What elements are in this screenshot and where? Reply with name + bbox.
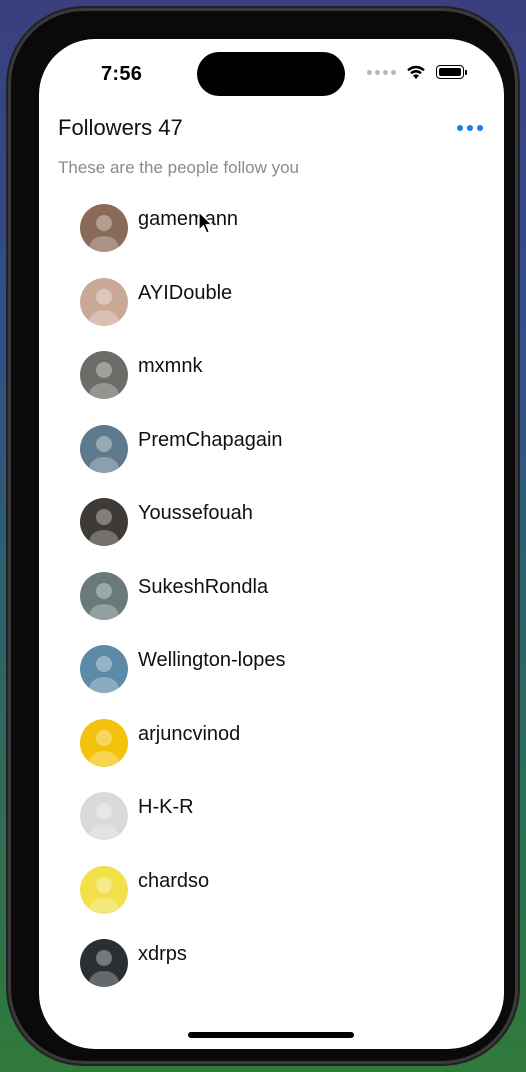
avatar — [80, 498, 128, 546]
followers-list: gamemann AYIDouble mxmnk PremChapagain Youss… — [80, 204, 480, 1013]
cellular-signal-icon — [367, 69, 396, 75]
follower-row[interactable]: Youssefouah — [80, 498, 480, 572]
follower-username: chardso — [138, 869, 210, 892]
follower-username: Youssefouah — [138, 502, 253, 524]
follower-username: H-K-R — [138, 796, 194, 818]
follower-row[interactable]: arjuncvinod — [80, 718, 480, 793]
more-options-button[interactable] — [457, 117, 483, 139]
home-indicator[interactable] — [188, 1032, 354, 1038]
follower-row[interactable]: mxmnk — [80, 351, 480, 425]
page-title: Followers 47 — [58, 115, 183, 140]
follower-row[interactable]: H-K-R — [80, 792, 480, 866]
avatar — [80, 645, 128, 693]
wifi-icon — [407, 65, 425, 79]
follower-username: SukeshRondla — [138, 575, 269, 598]
follower-username: gamemann — [138, 208, 239, 230]
follower-username: PremChapagain — [138, 428, 283, 451]
follower-username: AYIDouble — [138, 281, 233, 304]
status-icons — [367, 64, 467, 80]
ellipsis-icon — [457, 125, 463, 131]
follower-username: xdrps — [138, 943, 187, 965]
follower-username: mxmnk — [138, 355, 203, 377]
follower-row[interactable]: gamemann — [80, 204, 480, 278]
mouse-cursor-icon — [198, 211, 214, 234]
follower-row[interactable]: chardso — [80, 865, 480, 940]
avatar — [80, 865, 128, 914]
follower-username: arjuncvinod — [138, 722, 241, 745]
avatar — [80, 571, 128, 620]
avatar — [80, 424, 128, 473]
avatar — [80, 204, 128, 252]
avatar — [80, 277, 128, 326]
follower-row[interactable]: Wellington-lopes — [80, 645, 480, 719]
follower-row[interactable]: PremChapagain — [80, 424, 480, 499]
avatar — [80, 792, 128, 840]
avatar — [80, 939, 128, 987]
avatar — [80, 351, 128, 399]
status-time: 7:56 — [101, 63, 143, 85]
follower-row[interactable]: xdrps — [80, 939, 480, 1013]
follower-username: Wellington-lopes — [138, 649, 286, 671]
avatar — [80, 718, 128, 767]
page-subtitle: These are the people follow you — [58, 158, 299, 177]
app-screen: 7:56 Followers 47 These are the people f… — [39, 39, 504, 1049]
phone-frame: 7:56 Followers 47 These are the people f… — [8, 8, 518, 1064]
follower-row[interactable]: SukeshRondla — [80, 571, 480, 646]
follower-row[interactable]: AYIDouble — [80, 277, 480, 352]
battery-icon — [436, 65, 467, 79]
dynamic-island — [197, 52, 345, 96]
